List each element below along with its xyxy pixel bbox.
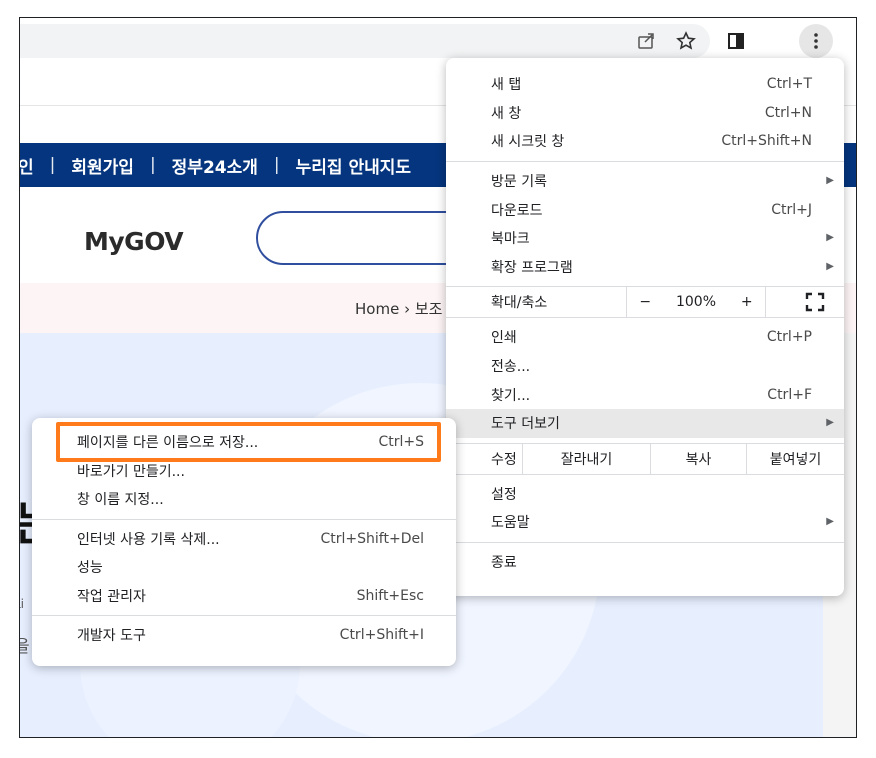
- menu-label: 다운로드: [491, 202, 543, 219]
- submenu-item-task-manager[interactable]: 작업 관리자 Shift+Esc: [32, 582, 456, 611]
- submenu-arrow-icon: ▶: [826, 516, 834, 528]
- submenu-item-name-window[interactable]: 창 이름 지정...: [32, 485, 456, 514]
- menu-label: 종료: [491, 555, 517, 572]
- bookmark-star-icon[interactable]: [670, 26, 702, 56]
- menu-label: 새 창: [491, 105, 522, 122]
- edit-label: 수정: [491, 451, 517, 468]
- menu-item-new-tab[interactable]: 새 탭 Ctrl+T: [446, 70, 844, 99]
- copy-button[interactable]: 복사: [650, 443, 746, 474]
- menu-label: 도구 더보기: [491, 416, 560, 433]
- fullscreen-icon[interactable]: [804, 291, 826, 313]
- submenu-arrow-icon: ▶: [826, 260, 834, 272]
- hero-text-fragment: 을: [20, 632, 30, 657]
- submenu-item-dev-tools[interactable]: 개발자 도구 Ctrl+Shift+I: [32, 621, 456, 650]
- menu-label: 북마크: [491, 231, 530, 248]
- cut-label: 잘라내기: [560, 451, 613, 468]
- menu-label: 성능: [77, 560, 103, 577]
- paste-button[interactable]: 붙여넣기: [746, 443, 844, 474]
- submenu-item-clear-data[interactable]: 인터넷 사용 기록 삭제... Ctrl+Shift+Del: [32, 525, 456, 554]
- submenu-arrow-icon: ▶: [826, 416, 834, 428]
- address-bar[interactable]: [20, 24, 710, 58]
- submenu-item-create-shortcut[interactable]: 바로가기 만들기...: [32, 457, 456, 486]
- menu-item-extensions[interactable]: 확장 프로그램 ▶: [446, 253, 844, 282]
- nav-separator: |: [49, 155, 56, 175]
- more-tools-submenu: 페이지를 다른 이름으로 저장... Ctrl+S 바로가기 만들기... 창 …: [32, 418, 456, 666]
- nav-separator: |: [149, 155, 156, 175]
- zoom-level: 100%: [675, 294, 716, 311]
- breadcrumb[interactable]: Home › 보조: [355, 298, 442, 319]
- menu-label: 창 이름 지정...: [77, 492, 164, 509]
- menu-item-new-window[interactable]: 새 창 Ctrl+N: [446, 99, 844, 128]
- copy-label: 복사: [685, 451, 712, 468]
- menu-shortcut: Ctrl+N: [764, 104, 812, 121]
- menu-divider: [446, 541, 844, 543]
- menu-divider: [446, 473, 844, 475]
- menu-divider: [32, 518, 456, 520]
- zoom-controls: − 100% +: [626, 287, 766, 318]
- nav-item-login[interactable]: 인: [20, 153, 34, 178]
- menu-shortcut: Ctrl+J: [771, 201, 812, 218]
- side-panel-icon[interactable]: [720, 26, 752, 56]
- menu-item-settings[interactable]: 설정: [446, 480, 844, 509]
- zoom-label: 확대/축소: [491, 295, 548, 312]
- menu-label: 방문 기록: [491, 174, 547, 191]
- menu-shortcut: Ctrl+S: [378, 434, 424, 451]
- zoom-in-button[interactable]: +: [741, 294, 753, 310]
- menu-item-new-incognito[interactable]: 새 시크릿 창 Ctrl+Shift+N: [446, 127, 844, 156]
- nav-item-signup[interactable]: 회원가입: [71, 153, 134, 178]
- menu-item-cast[interactable]: 전송...: [446, 352, 844, 381]
- menu-label: 페이지를 다른 이름으로 저장...: [77, 435, 259, 452]
- zoom-out-button[interactable]: −: [639, 294, 651, 310]
- menu-shortcut: Ctrl+P: [766, 329, 812, 346]
- menu-shortcut: Ctrl+Shift+N: [721, 133, 812, 150]
- menu-item-more-tools[interactable]: 도구 더보기 ▶: [446, 408, 844, 438]
- submenu-arrow-icon: ▶: [826, 174, 834, 186]
- chrome-main-menu: 새 탭 Ctrl+T 새 창 Ctrl+N 새 시크릿 창 Ctrl+Shift…: [446, 58, 844, 596]
- submenu-arrow-icon: ▶: [826, 231, 834, 243]
- menu-shortcut: Ctrl+Shift+I: [339, 627, 424, 644]
- cut-button[interactable]: 잘라내기: [522, 443, 650, 474]
- menu-label: 새 시크릿 창: [491, 134, 565, 151]
- menu-item-exit[interactable]: 종료: [446, 548, 844, 577]
- menu-shortcut: Ctrl+T: [766, 76, 812, 93]
- mygov-link[interactable]: MyGOV: [84, 227, 184, 256]
- menu-label: 인쇄: [491, 330, 517, 347]
- menu-edit-row: 수정 잘라내기 복사 붙여넣기: [446, 443, 844, 474]
- menu-zoom-row: 확대/축소 − 100% +: [446, 287, 844, 318]
- menu-shortcut: Ctrl+Shift+Del: [320, 530, 424, 547]
- menu-item-bookmarks[interactable]: 북마크 ▶: [446, 224, 844, 253]
- paste-label: 붙여넣기: [769, 451, 822, 468]
- menu-label: 새 탭: [491, 77, 522, 94]
- menu-divider: [446, 317, 844, 319]
- submenu-item-performance[interactable]: 성능: [32, 553, 456, 582]
- menu-divider: [446, 160, 844, 162]
- menu-shortcut: Ctrl+F: [767, 386, 812, 403]
- menu-label: 전송...: [491, 359, 531, 376]
- menu-label: 확장 프로그램: [491, 259, 573, 276]
- nav-item-sitemap[interactable]: 누리집 안내지도: [296, 153, 411, 178]
- menu-label: 도움말: [491, 515, 530, 532]
- hero-text-fragment: Li: [20, 597, 25, 611]
- browser-toolbar: [20, 18, 856, 62]
- nav-item-about[interactable]: 정부24소개: [172, 153, 258, 178]
- menu-label: 작업 관리자: [77, 588, 146, 605]
- menu-shortcut: Shift+Esc: [356, 587, 424, 604]
- menu-divider: [32, 615, 456, 616]
- nav-separator: |: [273, 155, 280, 175]
- menu-item-find[interactable]: 찾기... Ctrl+F: [446, 380, 844, 409]
- menu-item-print[interactable]: 인쇄 Ctrl+P: [446, 323, 844, 352]
- menu-label: 인터넷 사용 기록 삭제...: [77, 531, 220, 548]
- menu-label: 찾기...: [491, 387, 531, 404]
- submenu-item-save-page[interactable]: 페이지를 다른 이름으로 저장... Ctrl+S: [32, 428, 456, 457]
- kebab-menu-icon[interactable]: [799, 24, 833, 58]
- menu-label: 설정: [491, 486, 517, 503]
- menu-item-downloads[interactable]: 다운로드 Ctrl+J: [446, 195, 844, 224]
- share-icon[interactable]: [630, 26, 662, 56]
- menu-item-help[interactable]: 도움말 ▶: [446, 508, 844, 537]
- menu-label: 개발자 도구: [77, 628, 146, 645]
- menu-label: 바로가기 만들기...: [77, 463, 185, 480]
- menu-item-history[interactable]: 방문 기록 ▶: [446, 167, 844, 196]
